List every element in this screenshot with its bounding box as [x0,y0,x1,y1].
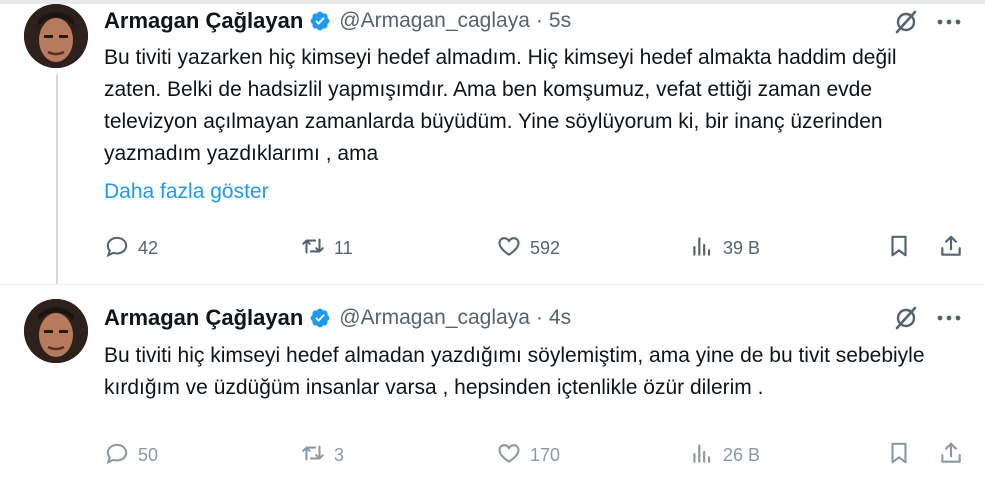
tweet-text: Bu tiviti yazarken hiç kimseyi hedef alm… [104,46,897,165]
verified-badge-icon [309,307,331,329]
avatar[interactable] [24,299,88,363]
retweet-icon [300,233,326,264]
share-icon [938,440,964,471]
reply-icon [104,440,130,471]
reply-button[interactable]: 50 [104,440,158,470]
verified-badge-icon [309,10,331,32]
share-button[interactable] [938,233,964,263]
avatar[interactable] [24,4,88,68]
bookmark-button[interactable] [886,233,912,263]
retweet-count: 11 [334,237,353,258]
tweet[interactable]: Armagan Çağlayan @Armagan_caglaya · 4s B… [0,285,985,482]
views-icon [689,233,715,264]
author-name[interactable]: Armagan Çağlayan [104,8,303,34]
views-button[interactable]: 26 B [689,440,760,470]
views-count: 26 B [723,444,761,465]
share-icon [938,233,964,264]
separator-dot: · [535,306,543,329]
tweet-header: Armagan Çağlayan @Armagan_caglaya · 5s [104,6,571,36]
show-more-link[interactable]: Daha fazla göster [104,176,269,208]
retweet-count: 3 [334,444,345,465]
reply-icon [104,233,130,264]
grok-icon[interactable] [893,305,919,331]
tweet-actions: 42 11 592 39 B [104,233,974,263]
like-count: 592 [530,237,561,258]
like-icon [496,440,522,471]
more-icon[interactable] [935,305,963,331]
separator-dot: · [535,9,543,32]
more-icon[interactable] [935,9,963,35]
bookmark-icon [886,233,912,264]
like-icon [496,233,522,264]
retweet-icon [300,440,326,471]
author-handle[interactable]: @Armagan_caglaya [339,306,530,330]
tweet-text: Bu tiviti hiç kimseyi hedef almadan yazd… [104,344,925,399]
reply-count: 50 [138,444,159,465]
like-count: 170 [530,444,561,465]
author-handle[interactable]: @Armagan_caglaya [339,9,530,33]
like-button[interactable]: 170 [496,440,560,470]
tweet-header: Armagan Çağlayan @Armagan_caglaya · 4s [104,303,571,333]
views-icon [689,440,715,471]
retweet-button[interactable]: 3 [300,440,344,470]
bookmark-button[interactable] [886,440,912,470]
tweet[interactable]: Armagan Çağlayan @Armagan_caglaya · 5s B… [0,0,985,284]
timestamp[interactable]: 5s [549,9,571,33]
reply-count: 42 [138,237,159,258]
author-name[interactable]: Armagan Çağlayan [104,305,303,331]
bookmark-icon [886,440,912,471]
tweet-actions: 50 3 170 26 B [104,440,974,470]
share-button[interactable] [938,440,964,470]
views-count: 39 B [723,237,761,258]
like-button[interactable]: 592 [496,233,560,263]
timestamp[interactable]: 4s [549,306,571,330]
views-button[interactable]: 39 B [689,233,760,263]
retweet-button[interactable]: 11 [300,233,353,263]
reply-button[interactable]: 42 [104,233,158,263]
grok-icon[interactable] [893,9,919,35]
